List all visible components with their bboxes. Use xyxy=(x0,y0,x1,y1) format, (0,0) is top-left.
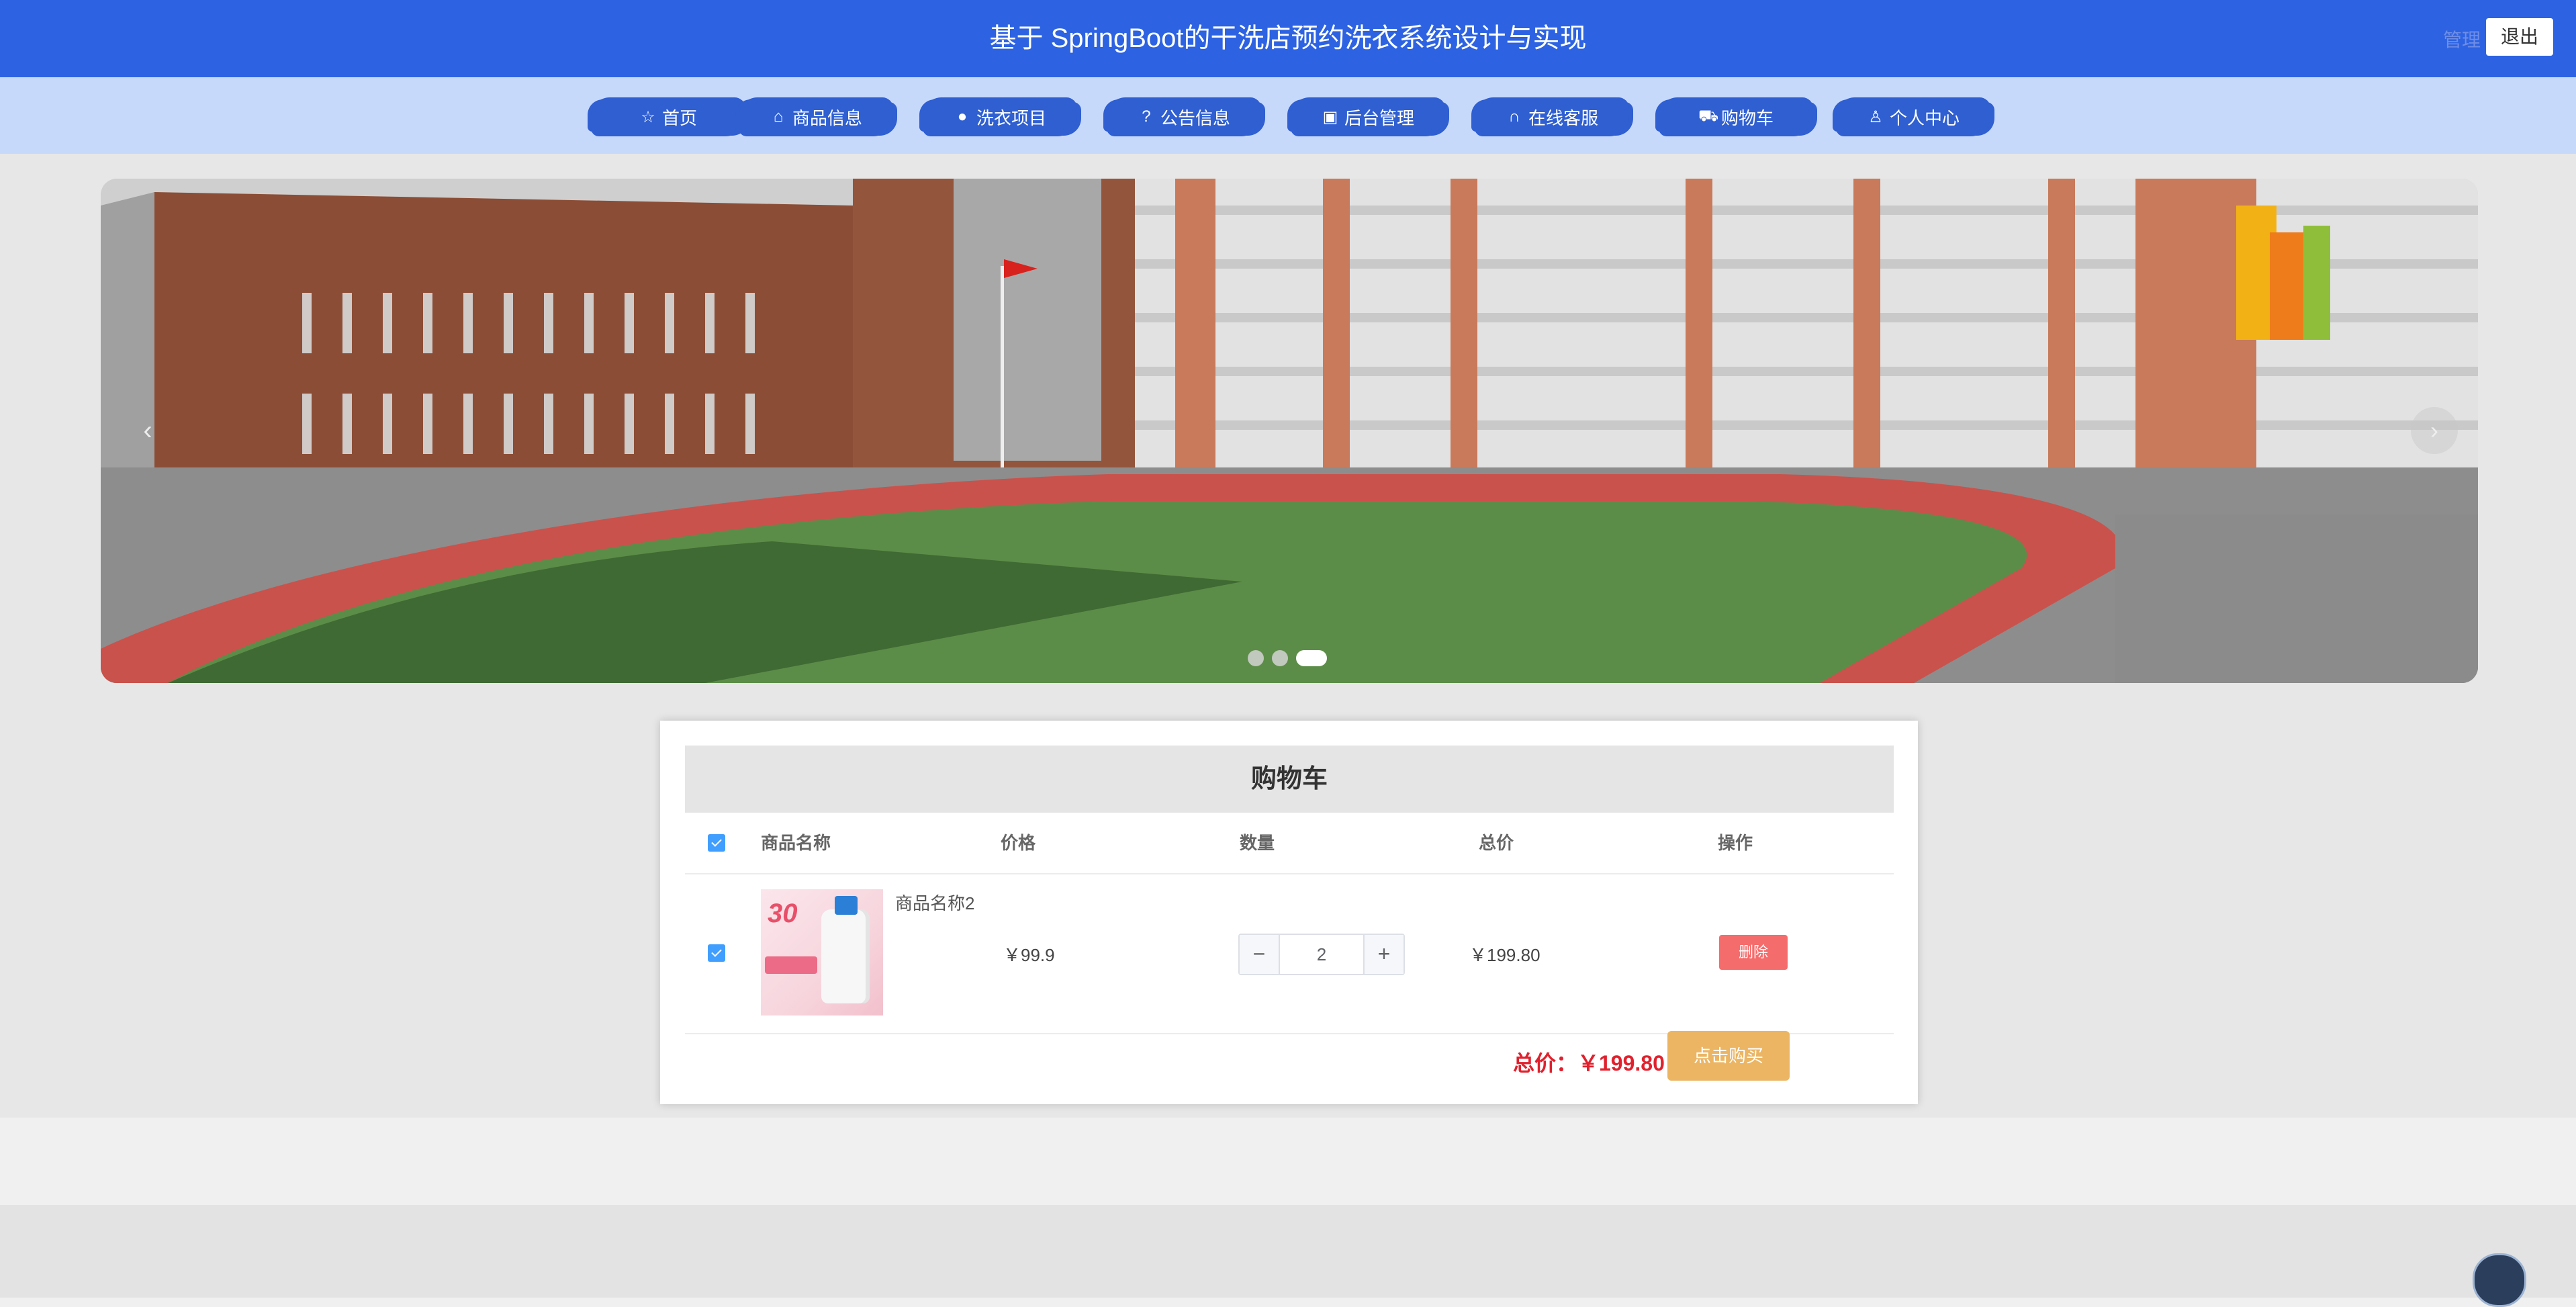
nav-item-label: 洗衣项目 xyxy=(976,107,1046,128)
nav-item-label: 个人中心 xyxy=(1889,107,1960,128)
carousel-dot-active[interactable] xyxy=(1296,650,1327,666)
carousel-dot[interactable] xyxy=(1248,650,1264,666)
info-icon: ● xyxy=(957,107,968,126)
carousel-next-button[interactable]: › xyxy=(2411,407,2458,454)
nav-item-label: 首页 xyxy=(661,107,697,128)
thumbnail-badge: 30 xyxy=(768,899,798,928)
product-name: 商品名称2 xyxy=(895,893,975,913)
nav-item-label: 后台管理 xyxy=(1344,107,1414,128)
product-price: ￥99.9 xyxy=(1003,945,1055,965)
cart-total: 总价：￥199.80 xyxy=(1513,1051,1665,1075)
nav-item-products[interactable]: ⌂ 商品信息 xyxy=(739,97,893,136)
select-all-checkbox[interactable] xyxy=(708,834,725,852)
star-icon: ☆ xyxy=(641,107,655,126)
nav-item-online-service[interactable]: ∩ 在线客服 xyxy=(1475,97,1629,136)
increase-quantity-button[interactable]: + xyxy=(1363,935,1404,974)
quantity-input[interactable] xyxy=(1280,935,1363,974)
nav-item-label: 商品信息 xyxy=(792,107,862,128)
banner-image xyxy=(101,179,2478,683)
current-user-label: 管理 xyxy=(2443,30,2481,50)
decrease-quantity-button[interactable]: − xyxy=(1240,935,1280,974)
nav-item-home[interactable]: ☆ 首页 xyxy=(591,97,745,136)
nav-item-notices[interactable]: ? 公告信息 xyxy=(1107,97,1261,136)
row-checkbox[interactable] xyxy=(708,944,725,962)
delete-item-button[interactable]: 删除 xyxy=(1719,935,1788,970)
cart-panel: 购物车 商品名称 价格 数量 总价 操作 30 商品名称2 ￥99.9 − + … xyxy=(660,721,1918,1104)
product-subtotal: ￥199.80 xyxy=(1469,945,1540,965)
site-title: 基于 SpringBoot的干洗店预约洗衣系统设计与实现 xyxy=(989,24,1587,53)
bottle-graphic xyxy=(821,909,870,1003)
nav-item-label: 购物车 xyxy=(1720,107,1774,128)
carousel-dot[interactable] xyxy=(1272,650,1288,666)
header-bar: 基于 SpringBoot的干洗店预约洗衣系统设计与实现 管理 退出 xyxy=(0,0,2576,77)
nav-item-label: 公告信息 xyxy=(1160,107,1230,128)
cart-title: 购物车 xyxy=(685,746,1894,813)
thumbnail-tag xyxy=(765,956,817,974)
table-row: 30 商品名称2 ￥99.9 − + ￥199.80 删除 xyxy=(685,874,1894,1034)
content-footer-band xyxy=(0,1118,2576,1205)
cart-table-header: 商品名称 价格 数量 总价 操作 xyxy=(685,813,1894,874)
floating-avatar-button[interactable] xyxy=(2473,1253,2526,1307)
column-header-name: 商品名称 xyxy=(761,833,831,853)
nav-item-cart[interactable]: ⛟ 购物车 xyxy=(1659,97,1813,136)
box-icon: ▣ xyxy=(1322,107,1338,126)
column-header-total: 总价 xyxy=(1479,833,1514,853)
banner-carousel[interactable]: ‹ › xyxy=(101,179,2478,683)
page-footer xyxy=(0,1205,2576,1298)
column-header-price: 价格 xyxy=(1001,833,1036,853)
product-thumbnail[interactable]: 30 xyxy=(761,889,883,1016)
user-icon: ♙ xyxy=(1868,107,1883,126)
main-nav: ☆ 首页 ⌂ 商品信息 ● 洗衣项目 ? 公告信息 ▣ 后台管理 ∩ 在线客服 … xyxy=(0,77,2576,154)
buy-button[interactable]: 点击购买 xyxy=(1667,1031,1790,1081)
cart-icon: ⛟ xyxy=(1698,107,1719,125)
column-header-actions: 操作 xyxy=(1718,833,1753,853)
logout-button[interactable]: 退出 xyxy=(2486,18,2553,56)
nav-item-label: 在线客服 xyxy=(1528,107,1598,128)
question-icon: ? xyxy=(1142,107,1151,126)
nav-item-personal-center[interactable]: ♙ 个人中心 xyxy=(1836,97,1990,136)
bottle-cap-graphic xyxy=(835,896,858,915)
nav-item-laundry-projects[interactable]: ● 洗衣项目 xyxy=(923,97,1077,136)
headset-icon: ∩ xyxy=(1508,107,1520,126)
column-header-quantity: 数量 xyxy=(1240,833,1275,853)
quantity-stepper: − + xyxy=(1238,934,1405,975)
nav-item-admin[interactable]: ▣ 后台管理 xyxy=(1291,97,1445,136)
carousel-prev-button[interactable]: ‹ xyxy=(134,417,161,444)
bag-icon: ⌂ xyxy=(773,107,784,126)
